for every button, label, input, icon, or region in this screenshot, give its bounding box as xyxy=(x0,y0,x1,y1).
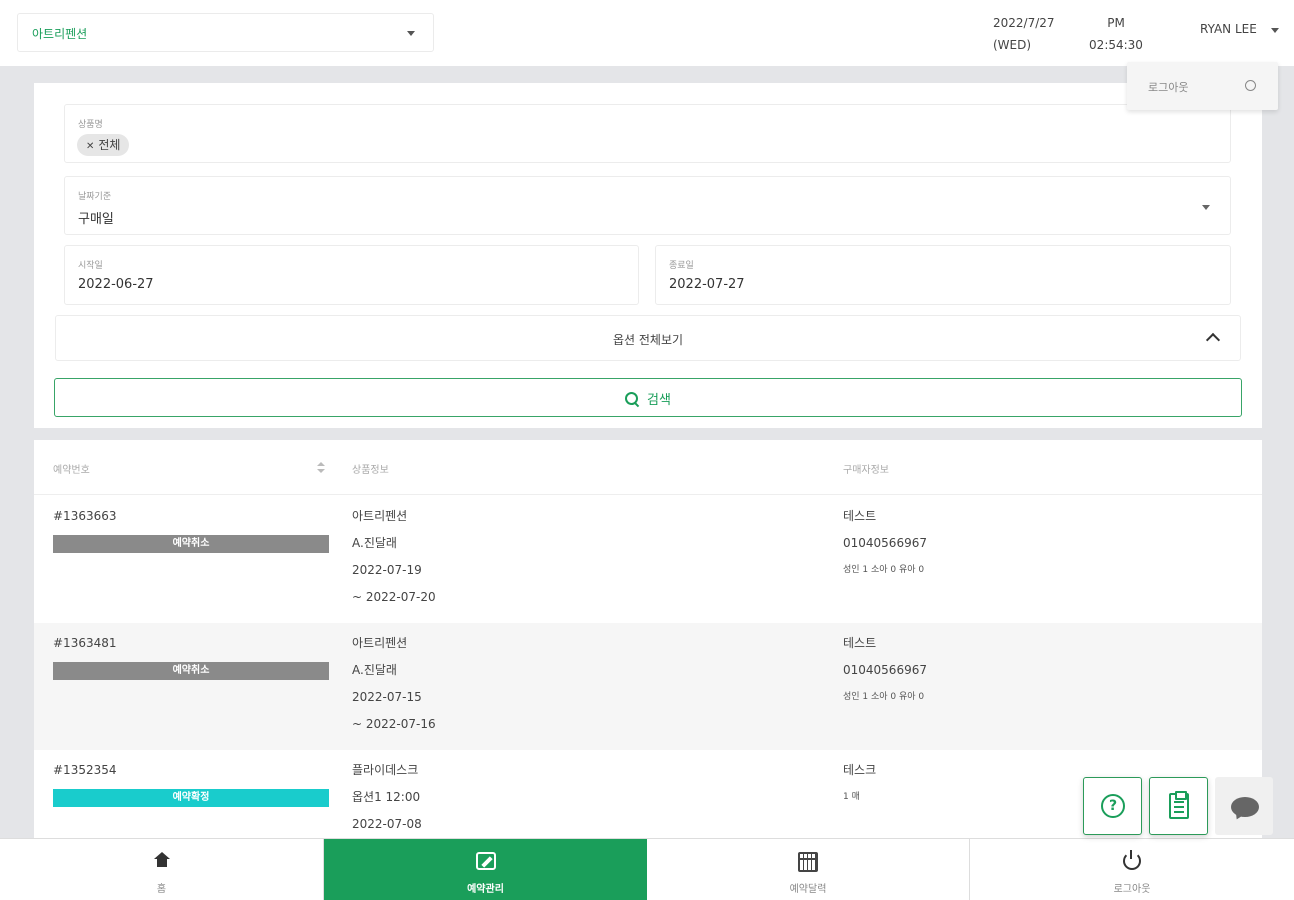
clipboard-line xyxy=(1174,811,1184,813)
product-filter[interactable]: 상품명 ✕ 전체 xyxy=(64,104,1231,163)
start-date-field[interactable]: 시작일 2022-06-27 xyxy=(64,245,639,305)
weekday-text: (WED) xyxy=(993,38,1032,52)
nav-reservations[interactable]: 예약관리 xyxy=(324,839,647,900)
calendar-icon xyxy=(798,852,818,872)
filter-panel: 상품명 ✕ 전체 날짜기준 구매일 시작일 2022-06-27 종료일 2022… xyxy=(34,83,1262,428)
clipboard-button[interactable] xyxy=(1149,777,1208,835)
chat-icon xyxy=(1231,797,1259,817)
start-date-value: 2022-06-27 xyxy=(78,277,154,292)
search-icon xyxy=(625,391,639,406)
product-option: A.진달래 xyxy=(352,663,397,677)
buyer-info: 테스크 1 매 xyxy=(843,757,876,811)
reservation-id: #1363663 xyxy=(53,509,117,523)
home-icon xyxy=(153,852,170,868)
guest-count: 성인 1 소아 0 유아 0 xyxy=(843,565,925,575)
date-from: 2022-07-15 xyxy=(352,690,422,704)
search-button[interactable]: 검색 xyxy=(54,378,1242,417)
product-info: 플라이데스크 옵션1 12:00 2022-07-08 xyxy=(352,757,422,838)
store-select[interactable]: 아트리펜션 xyxy=(17,13,434,52)
table-row[interactable]: #1352354 예약확정 플라이데스크 옵션1 12:00 2022-07-0… xyxy=(34,750,1262,838)
chevron-down-icon xyxy=(1202,205,1210,210)
date-basis-value: 구매일 xyxy=(78,212,114,227)
product-info: 아트리펜션 A.진달래 2022-07-19 ~ 2022-07-20 xyxy=(352,503,436,611)
nav-logout[interactable]: 로그아웃 xyxy=(970,839,1294,900)
bottom-nav: 홈 예약관리 예약달력 로그아웃 xyxy=(0,838,1294,900)
header-time: PM 02:54:30 xyxy=(1087,12,1145,56)
header-date: 2022/7/27 (WED) xyxy=(993,12,1055,56)
buyer-phone: 01040566967 xyxy=(843,536,927,550)
status-badge: 예약취소 xyxy=(53,535,329,553)
product-name: 아트리펜션 xyxy=(352,636,408,650)
end-date-label: 종료일 xyxy=(669,261,694,271)
help-button[interactable]: ? xyxy=(1083,777,1142,835)
product-name: 아트리펜션 xyxy=(352,509,408,523)
table-header: 예약번호 상품정보 구매자정보 xyxy=(34,440,1262,495)
column-header-buyer: 구매자정보 xyxy=(843,465,889,476)
product-filter-label: 상품명 xyxy=(78,120,103,130)
store-select-value: 아트리펜션 xyxy=(32,27,88,41)
search-button-content: 검색 xyxy=(55,389,1241,408)
remove-chip-icon[interactable]: ✕ xyxy=(86,141,94,152)
clock-text: 02:54:30 xyxy=(1089,38,1143,52)
reservation-id: #1363481 xyxy=(53,636,117,650)
nav-home-label: 홈 xyxy=(156,884,167,895)
circle-icon xyxy=(1245,80,1256,91)
product-option: A.진달래 xyxy=(352,536,397,550)
date-basis-label: 날짜기준 xyxy=(78,192,112,202)
table-row[interactable]: #1363663 예약취소 아트리펜션 A.진달래 2022-07-19 ~ 2… xyxy=(34,496,1262,623)
column-header-product: 상품정보 xyxy=(352,465,389,476)
clipboard-line xyxy=(1174,806,1184,808)
nav-home[interactable]: 홈 xyxy=(0,839,324,900)
date-text: 2022/7/27 xyxy=(993,16,1055,30)
buyer-name: 테스트 xyxy=(843,636,877,650)
product-chip-label: 전체 xyxy=(98,138,121,152)
reservation-list: 예약번호 상품정보 구매자정보 #1363663 예약취소 아트리펜션 A.진달… xyxy=(34,440,1262,838)
end-date-value: 2022-07-27 xyxy=(669,277,745,292)
edit-icon xyxy=(475,852,496,870)
ampm-text: PM xyxy=(1107,16,1125,30)
clipboard-icon xyxy=(1169,791,1189,819)
nav-logout-label: 로그아웃 xyxy=(1113,884,1151,895)
options-toggle-button[interactable]: 옵션 전체보기 xyxy=(55,315,1241,361)
buyer-name: 테스트 xyxy=(843,509,877,523)
nav-calendar-label: 예약달력 xyxy=(789,884,827,895)
product-chip[interactable]: ✕ 전체 xyxy=(77,134,130,156)
clipboard-line xyxy=(1174,801,1184,803)
ticket-qty: 1 매 xyxy=(843,792,860,802)
start-date-label: 시작일 xyxy=(78,261,103,271)
user-menu-button[interactable]: RYAN LEE xyxy=(1200,22,1257,36)
buyer-info: 테스트 01040566967 성인 1 소아 0 유아 0 xyxy=(843,503,927,584)
chevron-down-icon[interactable] xyxy=(1271,28,1279,33)
date-to: ~ 2022-07-16 xyxy=(352,717,436,731)
sort-icon[interactable] xyxy=(317,462,325,474)
chevron-down-icon xyxy=(407,31,415,36)
table-row[interactable]: #1363481 예약취소 아트리펜션 A.진달래 2022-07-15 ~ 2… xyxy=(34,623,1262,750)
chat-button[interactable] xyxy=(1215,777,1273,835)
question-icon: ? xyxy=(1101,794,1125,818)
status-badge: 예약취소 xyxy=(53,662,329,680)
nav-calendar[interactable]: 예약달력 xyxy=(647,839,970,900)
buyer-name: 테스크 xyxy=(843,763,877,777)
column-header-id: 예약번호 xyxy=(53,465,90,476)
product-name: 플라이데스크 xyxy=(352,763,419,777)
nav-reservations-label: 예약관리 xyxy=(467,884,504,895)
logout-menu-item[interactable]: 로그아웃 xyxy=(1127,62,1278,110)
top-header: 아트리펜션 2022/7/27 (WED) PM 02:54:30 RYAN L… xyxy=(0,0,1294,66)
date-from: 2022-07-19 xyxy=(352,563,422,577)
date-basis-select[interactable]: 날짜기준 구매일 xyxy=(64,176,1231,235)
date-to: ~ 2022-07-20 xyxy=(352,590,436,604)
status-badge: 예약확정 xyxy=(53,789,329,807)
buyer-info: 테스트 01040566967 성인 1 소아 0 유아 0 xyxy=(843,630,927,711)
power-icon xyxy=(1123,850,1141,870)
logout-label: 로그아웃 xyxy=(1148,81,1189,94)
date-from: 2022-07-08 xyxy=(352,817,422,831)
buyer-phone: 01040566967 xyxy=(843,663,927,677)
end-date-field[interactable]: 종료일 2022-07-27 xyxy=(655,245,1231,305)
guest-count: 성인 1 소아 0 유아 0 xyxy=(843,692,925,702)
reservation-id: #1352354 xyxy=(53,763,117,777)
product-option: 옵션1 12:00 xyxy=(352,790,421,804)
product-info: 아트리펜션 A.진달래 2022-07-15 ~ 2022-07-16 xyxy=(352,630,436,738)
search-button-label: 검색 xyxy=(647,393,671,408)
options-toggle-label: 옵션 전체보기 xyxy=(612,333,684,347)
